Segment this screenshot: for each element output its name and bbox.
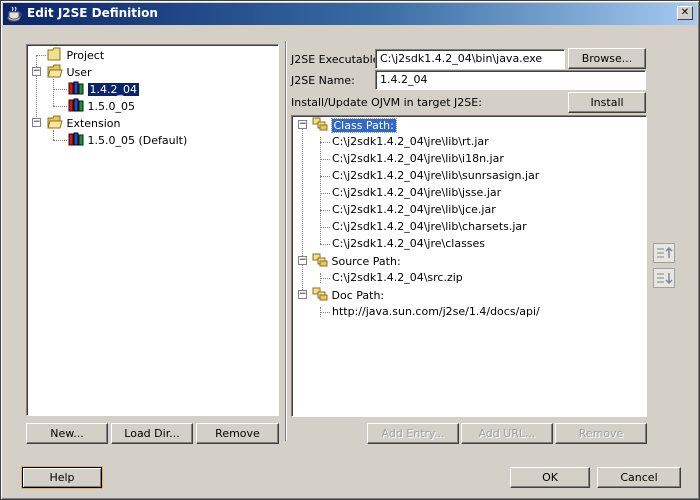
tree-connector: [320, 142, 330, 143]
dialog-title: Edit J2SE Definition: [27, 6, 158, 20]
library-icon: [68, 81, 84, 95]
tree-connector: [53, 79, 54, 106]
tree-item-1-5-0-05[interactable]: 1.5.0_05: [68, 98, 135, 114]
entry-label: C:\j2sdk1.4.2_04\jre\lib\charsets.jar: [332, 220, 527, 233]
move-down-button[interactable]: [653, 268, 675, 288]
tree-item-label: Project: [66, 49, 105, 62]
coffee-cup-icon: [7, 6, 22, 22]
tree-item-class-path[interactable]: Class Path:: [312, 117, 397, 133]
class-path-entry[interactable]: C:\j2sdk1.4.2_04\jre\lib\jce.jar: [332, 202, 496, 218]
tree-item-label: Doc Path:: [331, 289, 385, 302]
path-group-icon: [312, 117, 328, 131]
paths-tree-panel[interactable]: − Class Path: C:\j2sdk1.4.2_04\jre\lib\r…: [291, 115, 647, 417]
entry-label: C:\j2sdk1.4.2_04\jre\lib\sunrsasign.jar: [332, 169, 540, 182]
library-icon: [68, 98, 84, 112]
tree-connector: [53, 89, 67, 90]
collapse-extension-toggle[interactable]: −: [32, 118, 41, 127]
class-path-entry[interactable]: C:\j2sdk1.4.2_04\jre\lib\charsets.jar: [332, 219, 527, 235]
class-path-entry[interactable]: C:\j2sdk1.4.2_04\jre\lib\sunrsasign.jar: [332, 168, 539, 184]
close-icon: ✕: [680, 7, 690, 18]
tree-connector: [320, 176, 330, 177]
tree-item-extension[interactable]: Extension: [47, 115, 121, 131]
entry-label: C:\j2sdk1.4.2_04\jre\lib\rt.jar: [332, 135, 489, 148]
tree-connector: [320, 210, 330, 211]
class-path-entry[interactable]: C:\j2sdk1.4.2_04\jre\lib\rt.jar: [332, 134, 489, 150]
tree-item-doc-path[interactable]: Doc Path:: [312, 287, 384, 303]
remove-library-button[interactable]: Remove: [196, 423, 279, 444]
folder-icon: [47, 47, 61, 61]
tree-item-label: Class Path:: [330, 118, 397, 133]
tree-connector: [320, 159, 330, 160]
move-down-icon: [657, 273, 673, 285]
tree-item-label: Extension: [66, 117, 121, 130]
folder-open-icon: [47, 64, 63, 78]
collapse-user-toggle[interactable]: −: [32, 67, 41, 76]
executable-field[interactable]: C:\j2sdk1.4.2_04\bin\java.exe: [375, 49, 565, 69]
tree-item-1-4-2-04[interactable]: 1.4.2_04: [68, 81, 140, 97]
collapse-doc-path-toggle[interactable]: −: [298, 290, 307, 299]
entry-label: C:\j2sdk1.4.2_04\jre\classes: [332, 237, 486, 250]
tree-item-source-path[interactable]: Source Path:: [312, 253, 401, 269]
panel-divider: [285, 41, 287, 441]
tree-connector: [320, 227, 330, 228]
tree-connector: [320, 244, 330, 245]
entry-label: C:\j2sdk1.4.2_04\jre\lib\jce.jar: [332, 203, 496, 216]
tree-item-user[interactable]: User: [47, 64, 92, 80]
tree-item-label: 1.5.0_05: [87, 100, 136, 113]
library-icon: [68, 132, 84, 146]
entry-label: C:\j2sdk1.4.2_04\jre\lib\jsse.jar: [332, 186, 502, 199]
dialog-window: Edit J2SE Definition ✕ Project − User 1.…: [0, 0, 700, 500]
tree-item-label: 1.5.0_05 (Default): [87, 134, 188, 147]
ok-button[interactable]: OK: [510, 467, 590, 488]
folder-open-icon: [47, 115, 63, 129]
browse-button[interactable]: Browse...: [568, 48, 646, 69]
path-group-icon: [312, 253, 328, 267]
title-bar[interactable]: Edit J2SE Definition ✕: [3, 3, 697, 25]
doc-path-entry[interactable]: http://java.sun.com/j2se/1.4/docs/api/: [332, 304, 540, 320]
class-path-entry[interactable]: C:\j2sdk1.4.2_04\jre\lib\i18n.jar: [332, 151, 504, 167]
cancel-button[interactable]: Cancel: [597, 467, 681, 488]
entry-label: C:\j2sdk1.4.2_04\jre\lib\i18n.jar: [332, 152, 504, 165]
install-label: Install/Update OJVM in target J2SE:: [291, 96, 482, 109]
source-path-entry[interactable]: C:\j2sdk1.4.2_04\src.zip: [332, 270, 463, 286]
collapse-source-path-toggle[interactable]: −: [298, 256, 307, 265]
help-button[interactable]: Help: [22, 467, 102, 488]
tree-item-label: Source Path:: [331, 255, 401, 268]
tree-connector: [320, 278, 330, 279]
tree-connector: [53, 140, 67, 141]
collapse-class-path-toggle[interactable]: −: [298, 120, 307, 129]
tree-connector: [36, 55, 46, 56]
add-entry-button[interactable]: Add Entry...: [367, 423, 459, 444]
add-url-button[interactable]: Add URL...: [461, 423, 553, 444]
entry-label: http://java.sun.com/j2se/1.4/docs/api/: [332, 305, 540, 318]
name-field[interactable]: 1.4.2_04: [375, 70, 646, 90]
tree-item-label: User: [66, 66, 92, 79]
class-path-entry[interactable]: C:\j2sdk1.4.2_04\jre\lib\jsse.jar: [332, 185, 501, 201]
new-button[interactable]: New...: [26, 423, 108, 444]
tree-item-label: 1.4.2_04: [86, 82, 140, 97]
name-label: J2SE Name:: [291, 74, 355, 87]
tree-connector: [320, 312, 330, 313]
entry-label: C:\j2sdk1.4.2_04\src.zip: [332, 271, 463, 284]
move-up-button[interactable]: [653, 243, 675, 263]
j2se-tree-panel[interactable]: Project − User 1.4.2_04 1.5.0_05 − Exten…: [26, 44, 279, 416]
tree-connector: [302, 128, 303, 298]
remove-entry-button[interactable]: Remove: [555, 423, 647, 444]
path-group-icon: [312, 287, 328, 301]
install-button[interactable]: Install: [568, 92, 646, 113]
tree-item-project[interactable]: Project: [47, 47, 104, 63]
class-path-entry[interactable]: C:\j2sdk1.4.2_04\jre\classes: [332, 236, 485, 252]
tree-connector: [53, 130, 54, 140]
load-dir-button[interactable]: Load Dir...: [111, 423, 193, 444]
executable-label: J2SE Executable:: [291, 53, 384, 66]
tree-connector: [53, 106, 67, 107]
tree-item-1-5-0-05-default[interactable]: 1.5.0_05 (Default): [68, 132, 187, 148]
close-button[interactable]: ✕: [677, 6, 693, 20]
move-up-icon: [657, 246, 673, 258]
tree-connector: [320, 193, 330, 194]
